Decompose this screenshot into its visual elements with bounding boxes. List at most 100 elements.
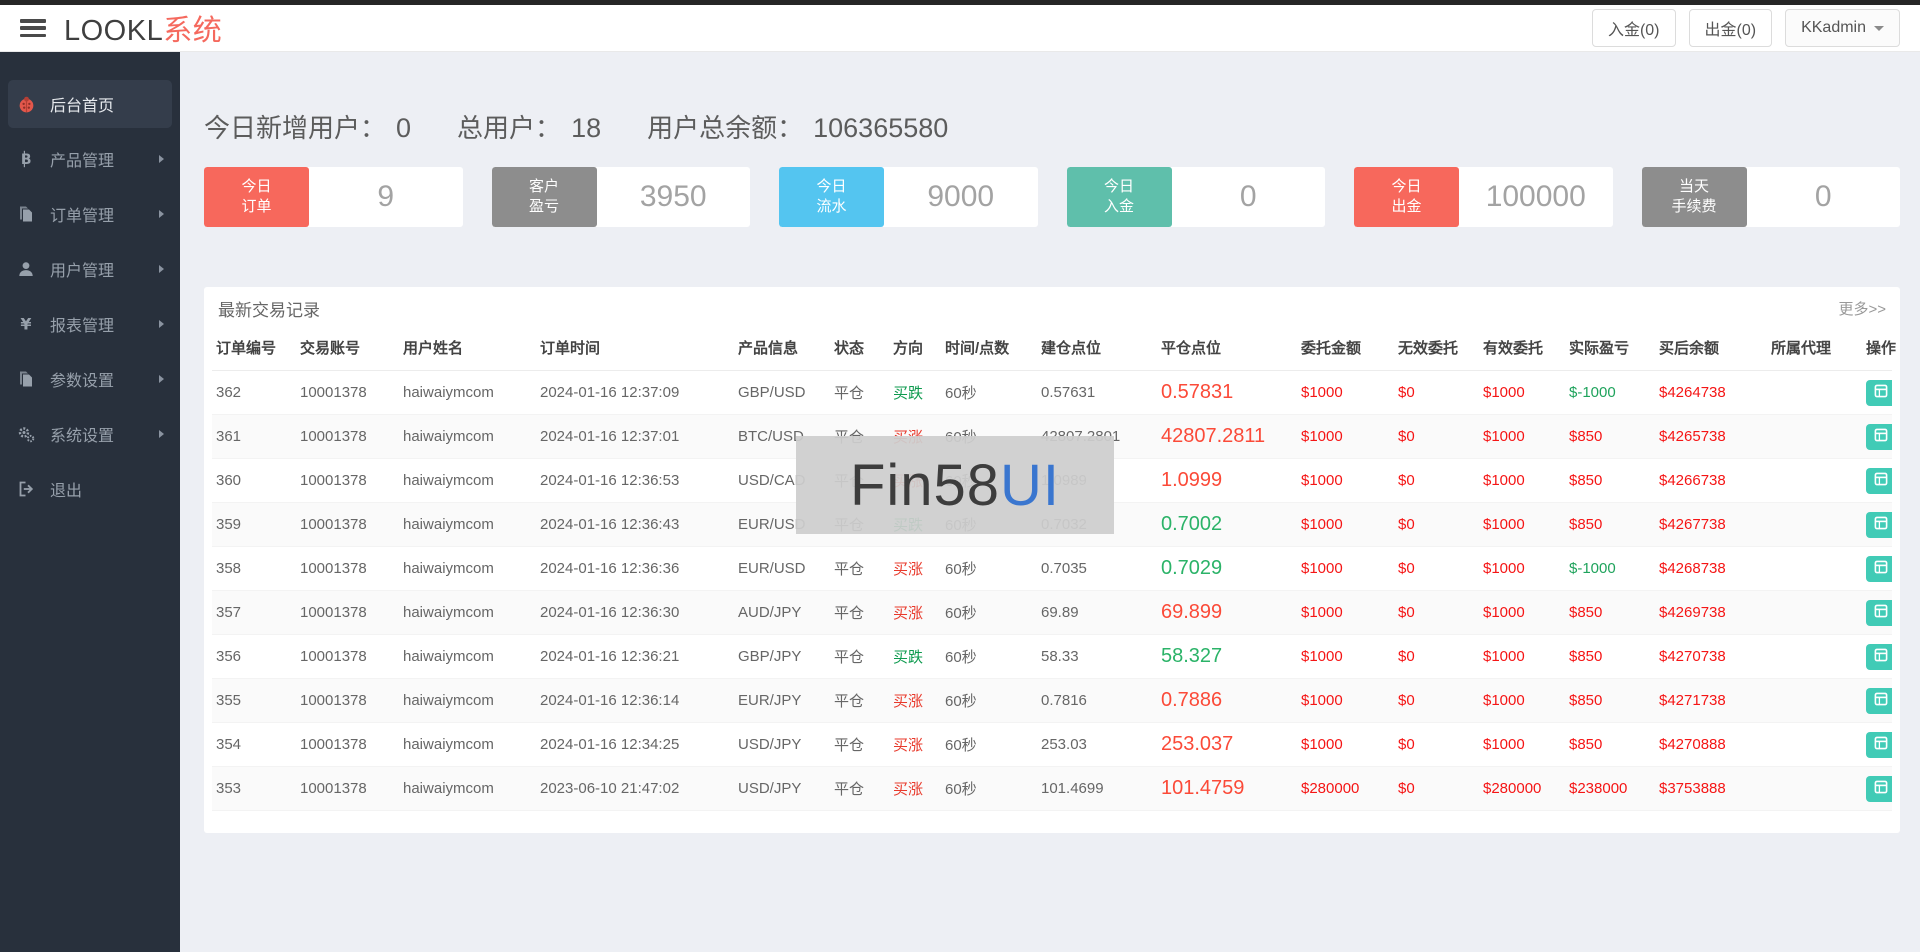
svg-text:¥: ¥ <box>20 315 31 333</box>
stat-cards: 今日 订单 9 客户 盈亏 3950 今日 流水 9000 今日 入金 0 今日 出金 100000 当天 手续… <box>204 167 1900 227</box>
cell-order-time: 2024-01-16 12:37:01 <box>536 414 734 459</box>
card-label-line1: 今日 <box>241 178 272 195</box>
sidebar-item-users[interactable]: 用户管理 <box>8 245 172 293</box>
card-today_deposit: 今日 入金 0 <box>1066 167 1325 227</box>
cell-actual-pnl: $850 <box>1565 502 1655 547</box>
stat-label: 用户总余额： <box>647 113 804 143</box>
files-icon <box>16 369 36 389</box>
cell-status: 平仓 <box>830 370 889 415</box>
stat-total_users: 总用户： 18 <box>457 108 601 145</box>
row-action-button[interactable] <box>1866 511 1892 538</box>
cell-direction: 买涨 <box>889 766 941 811</box>
cell-invalid-entrust: $0 <box>1394 634 1479 679</box>
cell-account: 10001378 <box>296 414 399 459</box>
card-value: 3950 <box>639 180 707 213</box>
cell-order-time: 2024-01-16 12:36:36 <box>536 546 734 591</box>
row-action-button[interactable] <box>1866 775 1892 802</box>
row-action-button[interactable] <box>1866 599 1892 626</box>
cell-username: haiwaiymcom <box>399 414 536 459</box>
cell-invalid-entrust: $0 <box>1394 678 1479 723</box>
stat-value: 106365580 <box>813 113 949 143</box>
bitcoin-icon: B <box>16 149 36 169</box>
cell-close-price: 42807.2811 <box>1157 414 1297 459</box>
cell-action <box>1862 766 1892 811</box>
cell-valid-entrust: $280000 <box>1479 766 1565 811</box>
chevron-right-icon <box>159 210 164 218</box>
sidebar-item-params[interactable]: 参数设置 <box>8 355 172 403</box>
sidebar-item-products[interactable]: B 产品管理 <box>8 135 172 183</box>
logo-accent: 系统 <box>163 15 223 47</box>
table-row: 357 10001378 haiwaiymcom 2024-01-16 12:36:3… <box>212 590 1892 635</box>
cell-product: EUR/USD <box>734 546 830 591</box>
row-action-button[interactable] <box>1866 731 1892 758</box>
cell-actual-pnl: $850 <box>1565 722 1655 767</box>
table-row: 358 10001378 haiwaiymcom 2024-01-16 12:36:3… <box>212 546 1892 591</box>
cell-close-price: 0.7029 <box>1157 546 1297 591</box>
cell-username: haiwaiymcom <box>399 546 536 591</box>
card-label: 今日 出金 <box>1354 167 1459 227</box>
row-action-button[interactable] <box>1866 643 1892 670</box>
cell-invalid-entrust: $0 <box>1394 370 1479 415</box>
cell-direction: 买涨 <box>889 590 941 635</box>
col-header-open-price: 建仓点位 <box>1037 329 1157 371</box>
card-label-line2: 入金 <box>1103 198 1134 215</box>
card-label-line2: 手续费 <box>1671 198 1717 215</box>
cell-order-id: 357 <box>212 590 296 635</box>
cell-status: 平仓 <box>830 634 889 679</box>
row-action-button[interactable] <box>1866 555 1892 582</box>
cell-entrust-amount: $1000 <box>1297 678 1394 723</box>
cell-agent <box>1767 590 1862 635</box>
more-link[interactable]: 更多>> <box>1838 298 1886 319</box>
cell-valid-entrust: $1000 <box>1479 502 1565 547</box>
card-today_withdraw: 今日 出金 100000 <box>1354 167 1613 227</box>
row-action-button[interactable] <box>1866 423 1892 450</box>
chevron-right-icon <box>159 320 164 328</box>
ladybug-icon <box>16 94 36 114</box>
cell-order-id: 359 <box>212 502 296 547</box>
sidebar-item-reports[interactable]: ¥ 报表管理 <box>8 300 172 348</box>
cell-invalid-entrust: $0 <box>1394 590 1479 635</box>
cell-valid-entrust: $1000 <box>1479 546 1565 591</box>
yen-icon: ¥ <box>16 314 36 334</box>
sidebar-item-orders[interactable]: 订单管理 <box>8 190 172 238</box>
cell-product: AUD/JPY <box>734 590 830 635</box>
cell-balance-after: $4270738 <box>1655 634 1767 679</box>
cell-valid-entrust: $1000 <box>1479 590 1565 635</box>
deposit-button[interactable]: 入金(0) <box>1591 9 1676 47</box>
stat-label: 总用户： <box>457 113 562 143</box>
chevron-right-icon <box>159 155 164 163</box>
cell-agent <box>1767 722 1862 767</box>
stat-new_users: 今日新增用户： 0 <box>204 108 411 145</box>
header: LOOKL系统 入金(0) 出金(0) KKadmin <box>0 5 1920 52</box>
cell-account: 10001378 <box>296 590 399 635</box>
watermark-text-blue: UI <box>1000 452 1061 518</box>
hamburger-menu-icon[interactable] <box>20 19 46 37</box>
cell-balance-after: $4269738 <box>1655 590 1767 635</box>
cell-order-id: 355 <box>212 678 296 723</box>
cell-entrust-amount: $1000 <box>1297 414 1394 459</box>
row-action-button[interactable] <box>1866 467 1892 494</box>
cell-username: haiwaiymcom <box>399 766 536 811</box>
gears-icon <box>16 424 36 444</box>
withdraw-button[interactable]: 出金(0) <box>1688 9 1773 47</box>
col-header-direction: 方向 <box>889 329 941 371</box>
cell-status: 平仓 <box>830 546 889 591</box>
sidebar-item-logout[interactable]: 退出 <box>8 465 172 513</box>
cell-invalid-entrust: $0 <box>1394 722 1479 767</box>
col-header-action: 操作 <box>1862 329 1896 371</box>
cell-actual-pnl: $850 <box>1565 458 1655 503</box>
sidebar-item-dashboard[interactable]: 后台首页 <box>8 80 172 128</box>
user-menu-button[interactable]: KKadmin <box>1785 9 1900 47</box>
row-action-button[interactable] <box>1866 687 1892 714</box>
cell-entrust-amount: $1000 <box>1297 634 1394 679</box>
sidebar-item-system[interactable]: 系统设置 <box>8 410 172 458</box>
cell-close-price: 1.0999 <box>1157 458 1297 503</box>
logout-icon <box>16 479 36 499</box>
logo-main: LOOKL <box>64 15 164 47</box>
cell-username: haiwaiymcom <box>399 722 536 767</box>
cell-open-price: 101.4699 <box>1037 766 1157 811</box>
col-header-agent: 所属代理 <box>1767 329 1862 371</box>
cell-account: 10001378 <box>296 722 399 767</box>
action-table-icon <box>1873 471 1889 490</box>
row-action-button[interactable] <box>1866 379 1892 406</box>
